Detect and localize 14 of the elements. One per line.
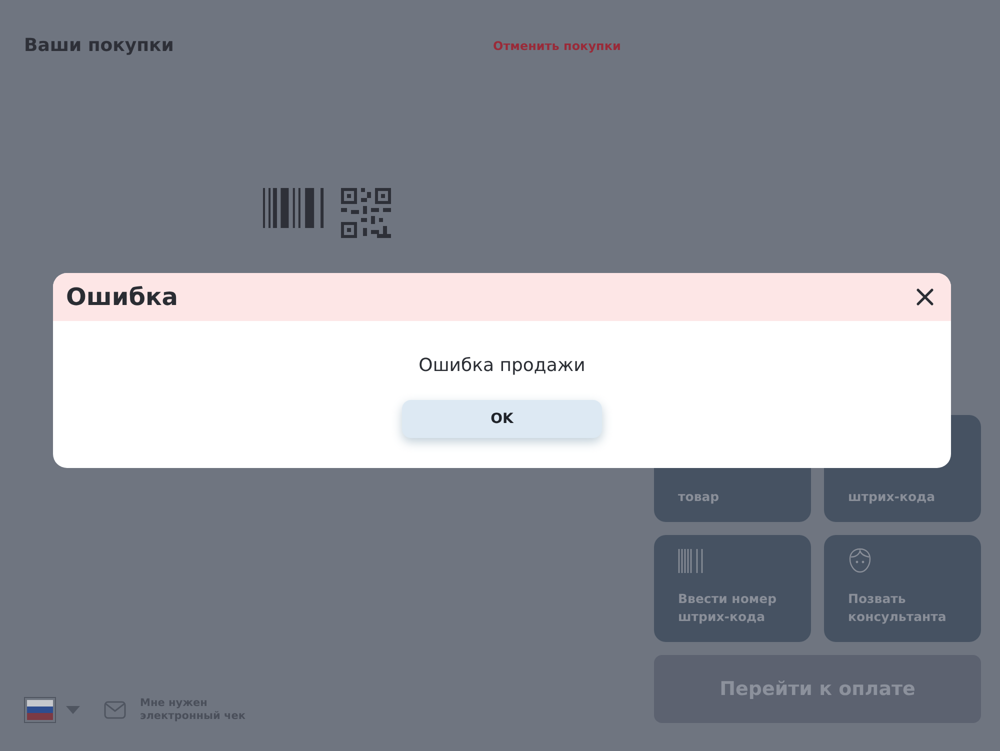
error-message: Ошибка продажи (418, 355, 586, 376)
close-icon (916, 288, 934, 306)
person-icon (848, 548, 872, 573)
page-title: Ваши покупки (24, 35, 175, 56)
envelope-icon (104, 701, 126, 719)
qr-code-icon (341, 188, 391, 238)
barcode-icon (263, 188, 325, 228)
cancel-purchases-link[interactable]: Отменить покупки (493, 38, 976, 52)
language-flag[interactable] (24, 697, 56, 723)
action-card[interactable]: Ввести номер штрих-кода (654, 535, 811, 642)
barcode-icon (678, 549, 704, 573)
ok-button[interactable]: OK (402, 400, 602, 438)
action-card[interactable]: Позвать консультанта (824, 535, 981, 642)
dialog-title: Ошибка (66, 283, 178, 311)
